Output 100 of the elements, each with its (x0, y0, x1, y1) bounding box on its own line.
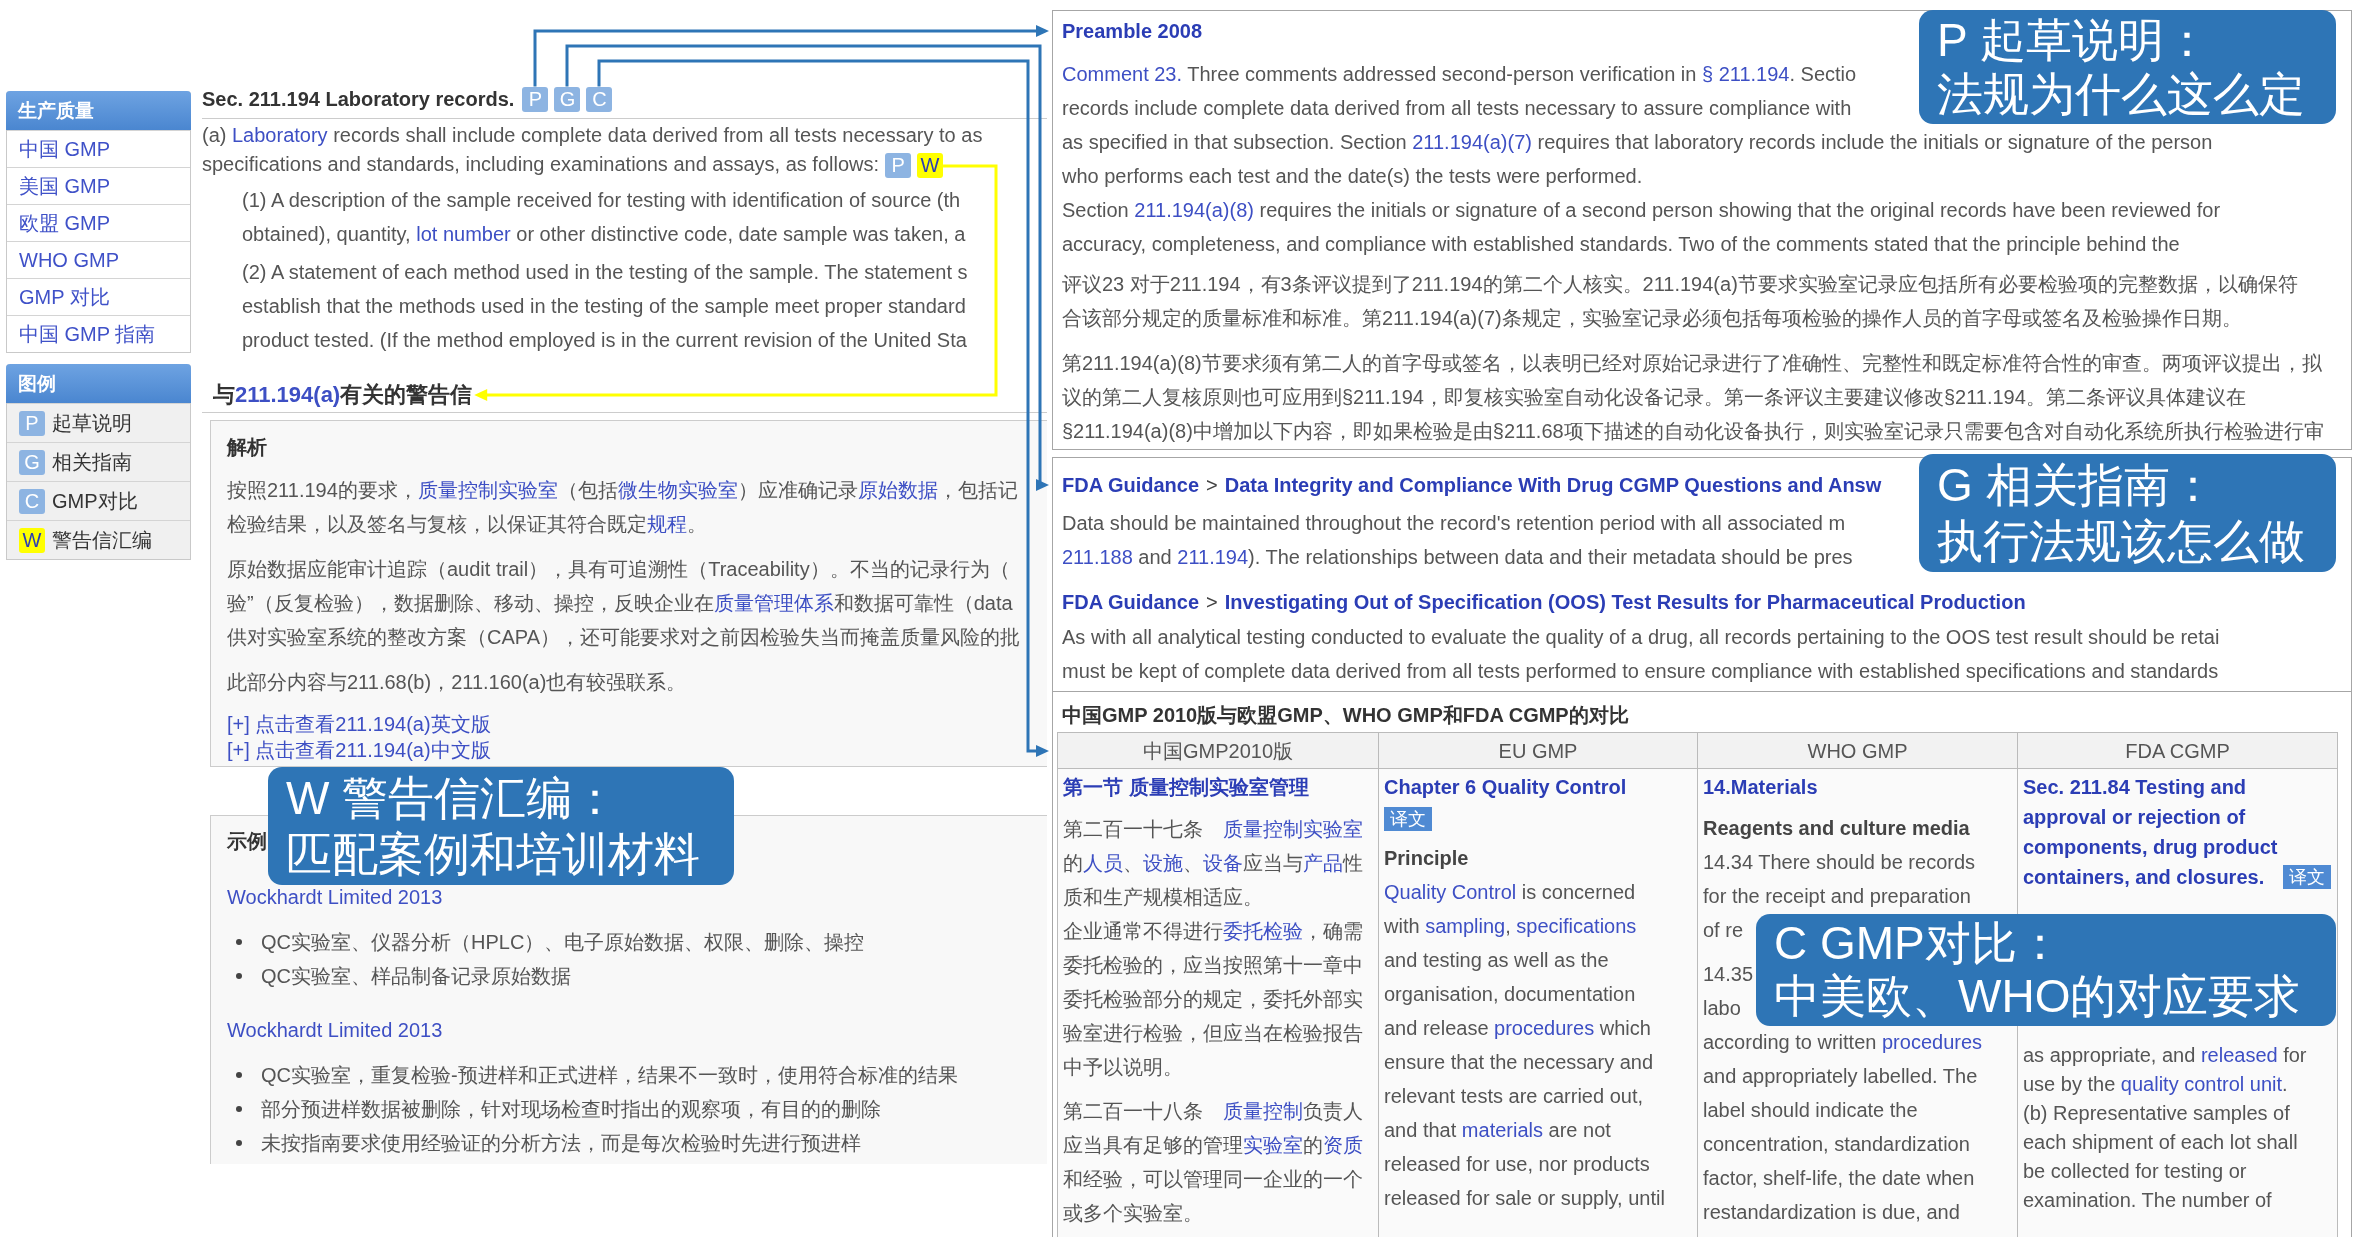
subsection-label: Reagents and culture media (1703, 816, 1970, 841)
text-link[interactable]: quality control unit (2120, 1073, 2283, 1095)
legend-label: 相关指南 (52, 449, 132, 475)
text-link[interactable]: released (2200, 1044, 2278, 1066)
text-link[interactable]: procedures (1494, 1017, 1595, 1039)
analysis-text: 按照211.194的要求，质量控制实验室（包括微生物实验室）应准确记录原始数据，包括记 (227, 478, 1018, 503)
analysis-text: 供对实验室系统的整改方案（CAPA），还可能要求对之前因检验失当而掩盖质量风险的批 (227, 625, 1020, 650)
section-link[interactable]: Sec. 211.84 Testing and approval or rejection of components, drug product containers, and closures. (2023, 772, 2278, 892)
text-link[interactable]: Laboratory (232, 124, 328, 146)
preamble-text: Comment 23. Three comments addressed second-person verification in § 211.194. Sectio (1062, 62, 1857, 87)
annotation-callout: W 警告信汇编： 匹配案例和培训材料 (268, 767, 734, 885)
analysis-text: 验”（反复检验），数据删除、移动、操控，反映企业在质量管理体系和数据可靠性（data (227, 591, 1013, 616)
legend-badge: W (19, 527, 45, 553)
text-link[interactable]: 人员 (1083, 852, 1123, 874)
guidance-link[interactable]: Investigating Out of Specification (OOS) Test Results for Pharmaceutical Production (1224, 587, 2026, 617)
text-link[interactable]: 委托检验 (1223, 920, 1303, 942)
text-link[interactable]: 211.194(a) (235, 382, 341, 407)
legend-label: 起草说明 (52, 410, 132, 436)
section-title: Sec. 211.194 Laboratory records. (202, 87, 515, 112)
text-link[interactable]: Quality Control (1384, 881, 1517, 903)
translation-tag[interactable]: 译文 (1384, 806, 1432, 831)
column-header: 中国GMP2010版 (1057, 732, 1379, 769)
company-link[interactable]: Wockhardt Limited 2013 (227, 884, 443, 910)
text-link[interactable]: 211.194(a)(8) (1134, 199, 1254, 221)
text-link[interactable]: 原始数据 (857, 479, 938, 501)
annotation-callout: C GMP对比： 中美欧、WHO的对应要求 (1756, 914, 2336, 1026)
text-link[interactable]: procedures (1882, 1031, 1983, 1053)
panel-title: 解析 (227, 435, 267, 460)
text-link[interactable]: specifications (1516, 915, 1637, 937)
expand-link[interactable]: [+] 点击查看211.194(a)英文版 (227, 711, 491, 737)
text-link[interactable]: 质量控制实验室 (417, 479, 558, 501)
regulation-text: obtained), quantity, lot number or other distinctive code, date sample was taken, a (242, 222, 966, 247)
bullet-icon (236, 973, 242, 979)
bullet-icon (236, 1140, 242, 1146)
section-link[interactable]: 第一节 质量控制实验室管理 (1063, 772, 1309, 802)
cell-text: according to written procedures and appropriately labelled. The label should indicate the concentration, standardization factor, shelf-life, the date when restandardization is due, and (1703, 1030, 1983, 1225)
column-header: EU GMP (1378, 732, 1698, 769)
text-link[interactable]: 资质 (1323, 1134, 1363, 1156)
analysis-text: 原始数据应能审计追踪（audit trail），具有可追溯性（Traceability）。不当的记录行为（ (227, 557, 1010, 582)
text-link[interactable]: 设备 (1203, 852, 1243, 874)
regulation-text: (2) A statement of each method used in the testing of the sample. The statement s (242, 260, 968, 285)
text-link[interactable]: 质量控制实验室 (1223, 818, 1363, 840)
breadcrumb-separator: > (1206, 590, 1218, 615)
text-link[interactable]: 微生物实验室 (617, 479, 738, 501)
panel-title: 示例 (227, 829, 267, 854)
annotation-badge[interactable]: W (917, 153, 944, 179)
text-link[interactable]: 产品 (1303, 852, 1343, 874)
guidance-text: must be kept of complete data derived from all tests performed to ensure compliance with established specifications and standards (1062, 659, 2219, 684)
finding-text: QC实验室，重复检验-预进样和正式进样，结果不一致时，使用符合标准的结果 (261, 1063, 958, 1088)
text-link[interactable]: 211.194(a)(7) (1412, 131, 1532, 153)
section-link[interactable]: Chapter 6 Quality Control (1384, 772, 1627, 802)
guidance-text: As with all analytical testing conducted to evaluate the quality of a drug, all records pertaining to the OOS test result should be retai (1062, 625, 2220, 650)
text-link[interactable]: 规程 (647, 513, 687, 535)
preamble-text: 评议23 对于211.194，有3条评议提到了211.194的第二个人核实。211.194(a)节要求实验室记录应包括所有必要检验项的完整数据，以确保符 合该部分规定的质量标准和标准。第211.194(a)(7)条规定，实验室记录必须包括每项检验的操作人员的首字母或签名及检验操作日期。 (1062, 272, 2298, 331)
company-link[interactable]: Wockhardt Limited 2013 (227, 1017, 443, 1043)
finding-text: QC实验室、仪器分析（HPLC）、电子原始数据、权限、删除、操控 (261, 930, 865, 955)
text-link[interactable]: 实验室 (1243, 1134, 1303, 1156)
regulation-text: (1) A description of the sample received for testing with identification of source (th (242, 188, 961, 213)
source-link[interactable]: FDA Guidance (1062, 587, 1200, 617)
text-link[interactable]: 质量管理体系 (713, 592, 834, 614)
text-link[interactable]: § 211.194 (1701, 63, 1790, 85)
cell-text: Quality Control is concerned with sampling, specifications and testing as well as the organisation, documentation and release procedures which ensure that the necessary and relevant tests are carried out, and that materials are not released for use, nor products released for sale or supply, until (1384, 880, 1665, 1211)
text-link[interactable]: 设施 (1143, 852, 1183, 874)
legend-badge: C (19, 488, 45, 514)
preamble-link[interactable]: Preamble 2008 (1062, 16, 1203, 46)
text-link[interactable]: 211.188 (1062, 546, 1133, 568)
source-link[interactable]: FDA Guidance (1062, 470, 1200, 500)
cell-text: 14.35 (1703, 962, 1754, 987)
legend-label: GMP对比 (52, 488, 138, 514)
analysis-text: 检验结果，以及签名与复核，以保证其符合既定规程。 (227, 512, 707, 537)
text-link[interactable]: sampling (1425, 915, 1506, 937)
annotation-callout: G 相关指南： 执行法规该怎么做 (1919, 454, 2336, 572)
translation-tag[interactable]: 译文 (2283, 865, 2332, 889)
sidebar-header: 图例 (6, 364, 191, 403)
legend-badge: G (19, 449, 45, 475)
bullet-icon (236, 1072, 242, 1078)
preamble-text: records include complete data derived from all tests necessary to assure compliance with (1062, 96, 1852, 121)
bullet-icon (236, 939, 242, 945)
guidance-text: Data should be maintained throughout the record's retention period with all associated m (1062, 511, 1846, 536)
text-link[interactable]: materials (1461, 1119, 1543, 1141)
text-link[interactable]: 质量控制 (1223, 1100, 1303, 1122)
text-link[interactable]: 211.194 (1177, 546, 1249, 568)
cell-text: 第二百一十八条 质量控制负责人 应当具有足够的管理实验室的资质 和经验，可以管理同一企业的一个 或多个实验室。 (1063, 1099, 1363, 1226)
guidance-text: 211.188 and 211.194). The relationships between data and their metadata should be pres (1062, 545, 1853, 570)
cell-text: of re (1703, 918, 1744, 943)
column-header: WHO GMP (1697, 732, 2018, 769)
section-link[interactable]: 14.Materials (1703, 772, 1818, 802)
guidance-link[interactable]: Data Integrity and Compliance With Drug CGMP Questions and Answ (1224, 470, 1882, 500)
breadcrumb-separator: > (1206, 473, 1218, 498)
cell-text: as appropriate, and released for use by the quality control unit. (b) Representative samples of each shipment of each lot shall be collected for testing or examination. The number of (2023, 1043, 2307, 1213)
regulation-text: specifications and standards, including examinations and assays, as follows: P W (202, 150, 944, 179)
text-link[interactable]: lot number (416, 223, 511, 245)
regulation-text: (a) Laboratory records shall include complete data derived from all tests necessary to as (202, 123, 983, 148)
legend-badge: P (19, 410, 45, 436)
regulation-text: product tested. (If the method employed is in the current revision of the United Sta (242, 328, 967, 353)
preamble-text: as specified in that subsection. Section 211.194(a)(7) requires that laboratory records include the initials or signature of the person who performs each test and the date(s) the tests were performed. Section 211.194(a)(8) requires the initials or signature of a second person showing that the original records have been reviewed for accuracy, completeness, and compliance with established standards. Two of the comments stated that the principle behind the (1062, 130, 2221, 257)
subsection-label: Principle (1384, 846, 1469, 871)
section-heading: 与211.194(a)有关的警告信 (213, 381, 473, 409)
text-link[interactable]: Comment 23. (1062, 63, 1183, 85)
expand-link[interactable]: [+] 点击查看211.194(a)中文版 (227, 737, 491, 763)
